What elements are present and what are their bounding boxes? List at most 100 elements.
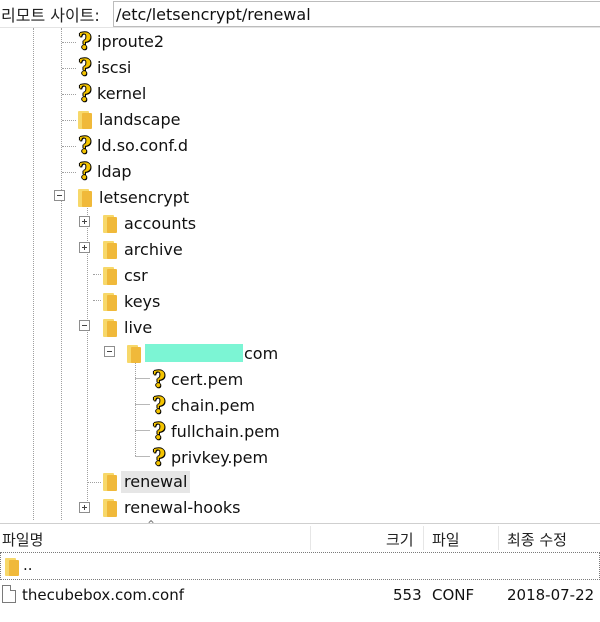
folder-icon — [101, 472, 117, 492]
tree-item-archive[interactable]: archive — [101, 238, 186, 262]
tree-guide-line — [135, 362, 136, 456]
domain-label: com — [142, 343, 281, 365]
table-row[interactable]: thecubebox.com.conf 553 CONF 2018-07-22 — [0, 581, 600, 609]
column-divider[interactable] — [423, 526, 424, 550]
tree-item-accounts[interactable]: accounts — [101, 212, 199, 236]
unknown-type-icon: ? — [78, 81, 92, 107]
unknown-type-icon: ? — [78, 55, 92, 81]
tree-item-label: renewal — [121, 471, 191, 493]
tree-item-landscape[interactable]: landscape — [76, 108, 183, 132]
column-divider[interactable] — [498, 526, 499, 550]
tree-item-label: archive — [124, 240, 183, 259]
tree-item-chain-pem[interactable]: ? chain.pem — [150, 394, 258, 418]
tree-item-label: ld.so.conf.d — [97, 136, 189, 155]
collapse-live-toggle[interactable] — [79, 320, 90, 331]
folder-icon — [101, 214, 117, 234]
folder-icon — [101, 240, 117, 260]
file-icon — [2, 585, 16, 603]
file-name: thecubebox.com.conf — [22, 586, 185, 604]
tree-item-renewal-hooks[interactable]: renewal-hooks — [101, 496, 243, 520]
tree-item-privkey-pem[interactable]: ? privkey.pem — [150, 446, 271, 470]
folder-open-icon — [125, 344, 141, 364]
remote-site-bar: 리모트 사이트: — [0, 0, 600, 28]
folder-icon — [76, 110, 92, 130]
tree-item-csr[interactable]: csr — [101, 264, 151, 288]
tree-connector — [62, 120, 76, 121]
tree-item-iproute2[interactable]: ? iproute2 — [76, 30, 167, 54]
tree-connector — [135, 456, 150, 457]
tree-connector — [88, 482, 101, 483]
tree-item-label: iproute2 — [97, 32, 165, 51]
unknown-type-icon: ? — [152, 367, 166, 393]
expand-accounts-toggle[interactable] — [79, 216, 90, 227]
tree-connector — [93, 300, 101, 301]
tree-connector — [62, 42, 76, 43]
column-header-name[interactable]: 파일명 — [2, 529, 43, 550]
tree-item-label: fullchain.pem — [171, 422, 280, 441]
unknown-type-icon: ? — [78, 159, 92, 185]
tree-item-domain[interactable]: com — [125, 342, 281, 366]
redaction-highlight — [145, 344, 243, 362]
tree-item-ld-so-conf-d[interactable]: ? ld.so.conf.d — [76, 134, 191, 158]
tree-item-label: privkey.pem — [171, 448, 269, 467]
unknown-type-icon: ? — [78, 29, 92, 55]
file-size: 553 — [393, 586, 422, 604]
tree-connector — [93, 274, 101, 275]
tree-item-live[interactable]: live — [101, 316, 155, 340]
unknown-type-icon: ? — [152, 445, 166, 471]
tree-item-ldap[interactable]: ? ldap — [76, 160, 135, 184]
tree-connector — [62, 68, 76, 69]
tree-item-fullchain-pem[interactable]: ? fullchain.pem — [150, 420, 283, 444]
tree-item-label: com — [244, 344, 279, 363]
sort-ascending-icon: ⌃ — [146, 518, 157, 532]
unknown-type-icon: ? — [152, 393, 166, 419]
tree-connector — [62, 172, 76, 173]
collapse-domain-toggle[interactable] — [104, 346, 115, 357]
tree-item-label: letsencrypt — [99, 188, 190, 207]
tree-item-iscsi[interactable]: ? iscsi — [76, 56, 134, 80]
folder-open-icon — [101, 318, 117, 338]
tree-item-label: keys — [124, 292, 161, 311]
expand-archive-toggle[interactable] — [79, 242, 90, 253]
tree-item-label: csr — [124, 266, 148, 285]
unknown-type-icon: ? — [78, 133, 92, 159]
tree-item-kernel[interactable]: ? kernel — [76, 82, 149, 106]
remote-directory-tree[interactable]: ? iproute2 ? iscsi ? kernel landscape ? … — [0, 28, 600, 520]
tree-item-label: cert.pem — [171, 370, 244, 389]
column-header-size[interactable]: 크기 — [386, 529, 414, 550]
tree-item-letsencrypt[interactable]: letsencrypt — [76, 186, 192, 210]
tree-connector — [62, 146, 76, 147]
tree-item-label: iscsi — [97, 58, 132, 77]
tree-item-label: chain.pem — [171, 396, 255, 415]
folder-open-icon — [76, 188, 92, 208]
tree-connector — [62, 94, 76, 95]
column-divider[interactable] — [310, 526, 311, 550]
folder-icon — [101, 292, 117, 312]
tree-item-label: kernel — [97, 84, 147, 103]
remote-path-input[interactable] — [113, 1, 600, 27]
tree-guide-line — [33, 28, 34, 520]
tree-item-label: landscape — [99, 110, 181, 129]
parent-directory-row[interactable]: .. — [0, 552, 600, 580]
tree-item-renewal[interactable]: renewal — [101, 470, 191, 494]
expand-renewal-hooks-toggle[interactable] — [79, 502, 90, 513]
column-header-modified[interactable]: 최종 수정 — [507, 529, 567, 550]
file-modified: 2018-07-22 — [507, 586, 595, 604]
remote-site-label: 리모트 사이트: — [1, 6, 100, 25]
tree-connector — [135, 430, 150, 431]
tree-guide-line — [61, 28, 62, 520]
folder-icon — [3, 557, 19, 577]
tree-item-label: accounts — [124, 214, 197, 233]
parent-directory-label: .. — [23, 556, 33, 574]
folder-icon — [101, 266, 117, 286]
tree-item-keys[interactable]: keys — [101, 290, 163, 314]
file-type: CONF — [432, 586, 475, 604]
collapse-letsencrypt-toggle[interactable] — [54, 190, 65, 201]
column-header-type[interactable]: 파일 — [432, 529, 460, 550]
tree-item-label: live — [124, 318, 153, 337]
folder-icon — [101, 498, 117, 518]
tree-item-cert-pem[interactable]: ? cert.pem — [150, 368, 246, 392]
file-list-header: ⌃ 파일명 크기 파일 최종 수정 — [0, 518, 600, 551]
unknown-type-icon: ? — [152, 419, 166, 445]
tree-item-label: ldap — [97, 162, 132, 181]
